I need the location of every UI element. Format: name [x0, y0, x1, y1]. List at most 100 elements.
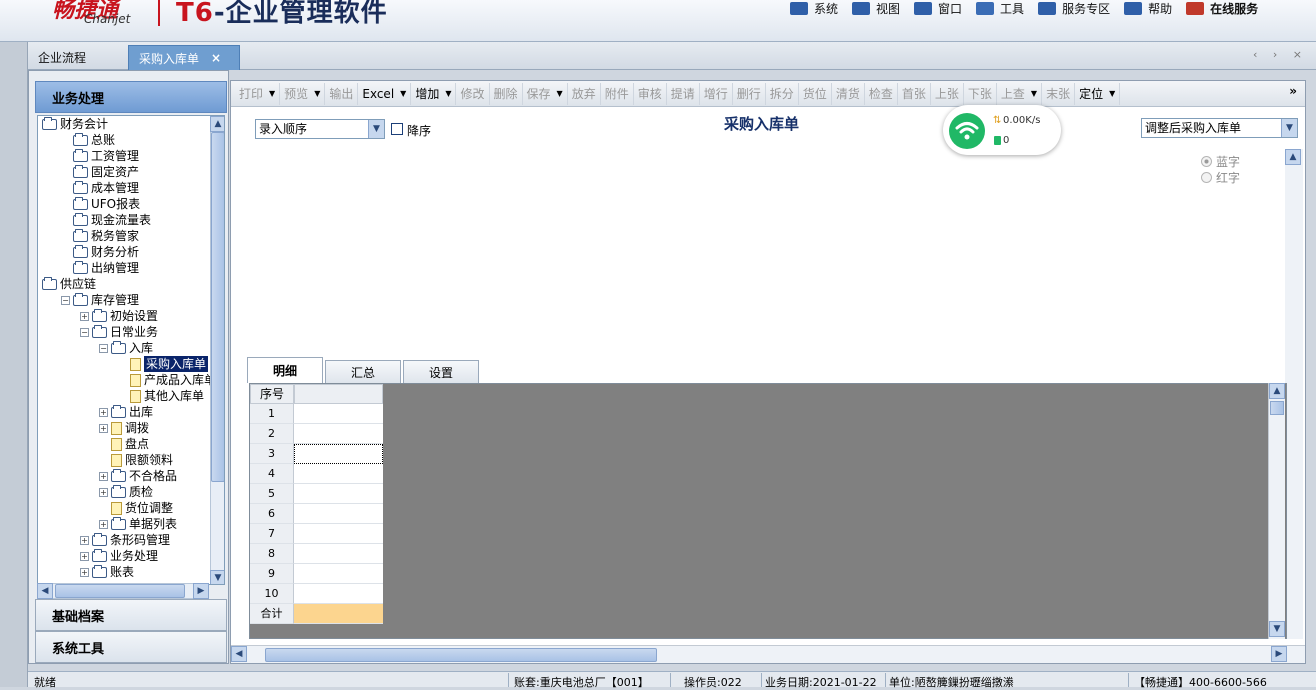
- order-select[interactable]: 录入顺序 ▼: [255, 119, 385, 139]
- toolbar-button[interactable]: 修改: [456, 82, 490, 105]
- toolbar-button[interactable]: Excel ▼: [358, 82, 412, 105]
- main-hscroll-thumb[interactable]: [265, 648, 657, 662]
- tree-node[interactable]: 现金流量表: [61, 212, 151, 228]
- basic-archives-button[interactable]: 基础档案: [35, 599, 227, 631]
- tree-node[interactable]: 盘点: [99, 436, 149, 452]
- scroll-down-icon[interactable]: ▼: [1269, 621, 1285, 637]
- collapse-icon[interactable]: −: [61, 295, 70, 305]
- grid-cell[interactable]: [294, 564, 383, 584]
- expand-icon[interactable]: +: [80, 535, 89, 545]
- tree-node[interactable]: 工资管理: [61, 148, 139, 164]
- scroll-right-icon[interactable]: ▶: [1271, 646, 1287, 662]
- grid-cell[interactable]: [294, 464, 383, 484]
- tab-enterprise-flow[interactable]: 企业流程: [28, 45, 128, 70]
- collapse-icon[interactable]: −: [80, 327, 89, 337]
- collapse-icon[interactable]: −: [99, 343, 108, 353]
- tree-node[interactable]: 固定资产: [61, 164, 139, 180]
- dropdown-arrow-icon[interactable]: ▼: [1109, 89, 1115, 98]
- table-row[interactable]: 3: [250, 444, 383, 464]
- tree-node[interactable]: 财务会计: [42, 116, 108, 132]
- dropdown-arrow-icon[interactable]: ▼: [557, 89, 563, 98]
- main-horizontal-scrollbar[interactable]: ◀ ▶: [231, 645, 1305, 663]
- toolbar-button[interactable]: 清货: [832, 82, 865, 105]
- expand-icon[interactable]: +: [99, 519, 108, 529]
- menu-service[interactable]: 服务专区: [1038, 0, 1110, 16]
- expand-icon[interactable]: +: [99, 471, 108, 481]
- toolbar-button[interactable]: 上张: [931, 82, 964, 105]
- menu-tools[interactable]: 工具: [976, 0, 1024, 16]
- tree-hscroll-thumb[interactable]: [55, 584, 185, 598]
- menu-help[interactable]: 帮助: [1124, 0, 1172, 16]
- toolbar-button[interactable]: 上查 ▼: [997, 82, 1043, 105]
- tab-summary[interactable]: 汇总: [325, 360, 401, 383]
- dropdown-arrow-icon[interactable]: ▼: [1031, 89, 1037, 98]
- tree-node[interactable]: + 出库: [99, 404, 153, 420]
- tree-node[interactable]: 财务分析: [61, 244, 139, 260]
- toolbar-button[interactable]: 检查: [865, 82, 898, 105]
- toolbar-button[interactable]: 增行: [700, 82, 733, 105]
- tab-close-icon[interactable]: ×: [211, 51, 221, 65]
- scroll-left-icon[interactable]: ◀: [37, 583, 53, 599]
- toolbar-button[interactable]: 输出: [325, 82, 359, 105]
- menu-system[interactable]: 系统: [790, 0, 838, 16]
- expand-icon[interactable]: +: [80, 311, 89, 321]
- grid-scroll-thumb[interactable]: [1270, 401, 1284, 415]
- tree-node[interactable]: 产成品入库单: [118, 372, 216, 388]
- tree-node[interactable]: 总账: [61, 132, 115, 148]
- tab-purchase-receipt[interactable]: 采购入库单 ×: [128, 45, 240, 70]
- expand-icon[interactable]: +: [80, 567, 89, 577]
- toolbar-button[interactable]: 拆分: [766, 82, 799, 105]
- tree-node[interactable]: 货位调整: [99, 500, 173, 516]
- tree-node[interactable]: 供应链: [42, 276, 96, 292]
- table-row[interactable]: 10: [250, 584, 383, 604]
- expand-icon[interactable]: +: [80, 551, 89, 561]
- toolbar-button[interactable]: 货位: [799, 82, 832, 105]
- toolbar-button[interactable]: 放弃: [568, 82, 601, 105]
- menu-online-service[interactable]: 在线服务: [1186, 0, 1258, 16]
- toolbar-button[interactable]: 下张: [964, 82, 997, 105]
- grid-cell[interactable]: [294, 584, 383, 604]
- tree-node[interactable]: 限额领料: [99, 452, 173, 468]
- toolbar-button[interactable]: 末张: [1042, 82, 1076, 105]
- tab-detail[interactable]: 明细: [247, 357, 323, 383]
- business-processing-header[interactable]: 业务处理: [35, 81, 227, 113]
- scroll-up-icon[interactable]: ▲: [1269, 383, 1285, 399]
- radio-blue[interactable]: 蓝字: [1201, 153, 1240, 170]
- scroll-up-icon[interactable]: ▲: [1285, 149, 1301, 165]
- toolbar-button[interactable]: 定位 ▼: [1075, 82, 1121, 105]
- expand-icon[interactable]: +: [99, 487, 108, 497]
- tree-node[interactable]: UFO报表: [61, 196, 140, 212]
- toolbar-button[interactable]: 附件: [601, 82, 634, 105]
- expand-icon[interactable]: +: [99, 407, 108, 417]
- toolbar-button[interactable]: 保存 ▼: [523, 82, 568, 105]
- tree-node[interactable]: − 日常业务: [80, 324, 158, 340]
- table-row[interactable]: 8: [250, 544, 383, 564]
- toolbar-button[interactable]: 删除: [490, 82, 523, 105]
- tree-node[interactable]: + 不合格品: [99, 468, 177, 484]
- tree-node[interactable]: + 业务处理: [80, 548, 158, 564]
- chevron-down-icon[interactable]: ▼: [368, 120, 384, 138]
- grid-cell[interactable]: [294, 424, 383, 444]
- descending-checkbox[interactable]: [391, 123, 403, 135]
- tree-node[interactable]: 税务管家: [61, 228, 139, 244]
- tree-node[interactable]: + 调拨: [99, 420, 149, 436]
- tree-node[interactable]: + 条形码管理: [80, 532, 170, 548]
- scroll-left-icon[interactable]: ◀: [231, 646, 247, 662]
- tab-settings[interactable]: 设置: [403, 360, 479, 383]
- table-row[interactable]: 1: [250, 404, 383, 424]
- dropdown-arrow-icon[interactable]: ▼: [314, 89, 320, 98]
- table-row[interactable]: 9: [250, 564, 383, 584]
- tree-scroll-thumb[interactable]: [211, 132, 224, 482]
- tree-node[interactable]: 成本管理: [61, 180, 139, 196]
- menu-window[interactable]: 窗口: [914, 0, 962, 16]
- scroll-down-icon[interactable]: ▼: [210, 570, 224, 584]
- table-row[interactable]: 5: [250, 484, 383, 504]
- toolbar-button[interactable]: 增加 ▼: [411, 82, 457, 105]
- grid-cell[interactable]: [294, 444, 383, 464]
- toolbar-button[interactable]: 打印 ▼: [235, 82, 281, 105]
- table-row[interactable]: 7: [250, 524, 383, 544]
- toolbar-more-icon[interactable]: »: [1289, 84, 1297, 98]
- toolbar-button[interactable]: 首张: [898, 82, 931, 105]
- radio-blue-dot[interactable]: [1201, 156, 1212, 167]
- grid-cell[interactable]: [294, 504, 383, 524]
